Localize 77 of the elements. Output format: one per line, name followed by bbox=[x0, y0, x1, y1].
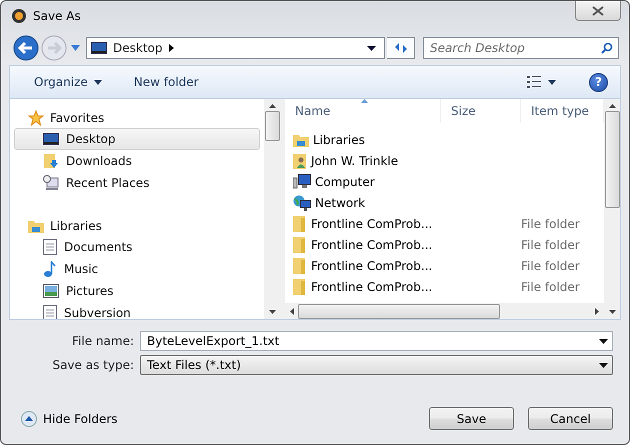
scroll-right-icon[interactable] bbox=[595, 308, 599, 314]
file-name[interactable]: Libraries bbox=[313, 132, 365, 146]
scroll-thumb[interactable] bbox=[298, 304, 500, 318]
field-label: File name: bbox=[71, 334, 135, 348]
network-icon bbox=[293, 194, 311, 210]
file-type: File folder bbox=[521, 280, 580, 294]
folder-icon bbox=[293, 258, 307, 274]
nav-item[interactable]: Music bbox=[14, 258, 260, 280]
desktop-icon bbox=[43, 132, 59, 146]
scroll-left-icon[interactable] bbox=[290, 308, 294, 314]
star-icon bbox=[28, 110, 44, 126]
app-icon bbox=[11, 8, 27, 24]
document-icon bbox=[43, 239, 57, 255]
desktop-icon bbox=[91, 42, 107, 54]
close-icon bbox=[592, 6, 604, 16]
column-header[interactable]: Size bbox=[441, 99, 521, 123]
nav-item[interactable]: Downloads bbox=[14, 150, 260, 172]
window-title: Save As bbox=[33, 9, 81, 23]
scroll-down-icon[interactable] bbox=[268, 310, 276, 314]
file-name[interactable]: Frontline ComProb... bbox=[311, 216, 432, 230]
scroll-up-icon[interactable] bbox=[608, 104, 616, 108]
dropdown-arrow-icon[interactable] bbox=[599, 339, 608, 344]
back-icon[interactable] bbox=[13, 35, 39, 61]
organize-button[interactable]: Organize bbox=[28, 73, 108, 91]
recent-places-icon bbox=[43, 175, 59, 191]
folder-icon bbox=[293, 278, 307, 294]
dropdown-arrow-icon bbox=[599, 362, 608, 368]
file-type: File folder bbox=[521, 258, 580, 272]
nav-group-label[interactable]: Favorites bbox=[50, 110, 104, 124]
file-name[interactable]: Frontline ComProb... bbox=[311, 280, 432, 294]
nav-group-label[interactable]: Libraries bbox=[50, 218, 102, 232]
nav-item[interactable]: Documents bbox=[14, 236, 260, 258]
search-icon bbox=[601, 42, 613, 54]
file-name-field[interactable]: ByteLevelExport_1.txt bbox=[140, 331, 613, 351]
file-name[interactable]: Frontline ComProb... bbox=[311, 258, 432, 272]
dropdown-arrow-icon[interactable] bbox=[367, 46, 376, 50]
file-name[interactable]: Frontline ComProb... bbox=[311, 238, 432, 252]
chevron-icon[interactable] bbox=[168, 44, 174, 52]
search-field[interactable]: Search Desktop bbox=[423, 37, 619, 59]
help-button[interactable]: ? bbox=[589, 72, 608, 92]
new-folder-button[interactable]: New folder bbox=[128, 73, 205, 91]
caret-icon bbox=[94, 80, 102, 84]
nav-item[interactable]: Recent Places bbox=[14, 172, 260, 194]
scroll-thumb[interactable] bbox=[604, 111, 620, 208]
user-folder-icon bbox=[293, 152, 307, 168]
computer-icon bbox=[293, 174, 311, 190]
nav-item[interactable]: Subversion bbox=[14, 302, 260, 319]
cancel-button[interactable]: Cancel bbox=[528, 407, 613, 430]
scroll-thumb[interactable] bbox=[264, 111, 280, 141]
folder-icon bbox=[293, 216, 307, 232]
scrollbar[interactable] bbox=[604, 99, 620, 319]
file-type-dropdown[interactable]: Text Files (*.txt) bbox=[140, 355, 613, 375]
location-text: Desktop bbox=[113, 41, 162, 55]
file-name[interactable]: Computer bbox=[315, 174, 375, 188]
picture-icon bbox=[43, 284, 59, 298]
refresh-button[interactable] bbox=[387, 37, 415, 59]
scroll-down-icon[interactable] bbox=[608, 310, 616, 314]
address-bar[interactable]: Desktop bbox=[86, 37, 385, 59]
file-type: File folder bbox=[521, 216, 580, 230]
file-name[interactable]: John W. Trinkle bbox=[311, 154, 398, 168]
nav-item[interactable]: Desktop bbox=[14, 128, 260, 150]
folder-icon bbox=[293, 236, 307, 252]
scroll-up-icon[interactable] bbox=[268, 104, 276, 108]
library-folder-icon bbox=[28, 218, 44, 232]
close-button[interactable] bbox=[575, 1, 621, 21]
music-note-icon bbox=[43, 261, 57, 277]
save-button[interactable]: Save bbox=[429, 407, 514, 430]
hide-folders-button[interactable]: Hide Folders bbox=[21, 410, 118, 426]
scrollbar[interactable] bbox=[264, 99, 280, 319]
library-folder-icon bbox=[293, 132, 309, 146]
view-options-icon[interactable] bbox=[527, 76, 557, 88]
nav-item[interactable]: Pictures bbox=[14, 280, 260, 302]
collapse-icon bbox=[21, 410, 37, 426]
file-type: File folder bbox=[521, 238, 580, 252]
file-name[interactable]: Network bbox=[315, 196, 366, 210]
download-folder-icon bbox=[43, 153, 59, 169]
field-label: Save as type: bbox=[51, 358, 135, 372]
